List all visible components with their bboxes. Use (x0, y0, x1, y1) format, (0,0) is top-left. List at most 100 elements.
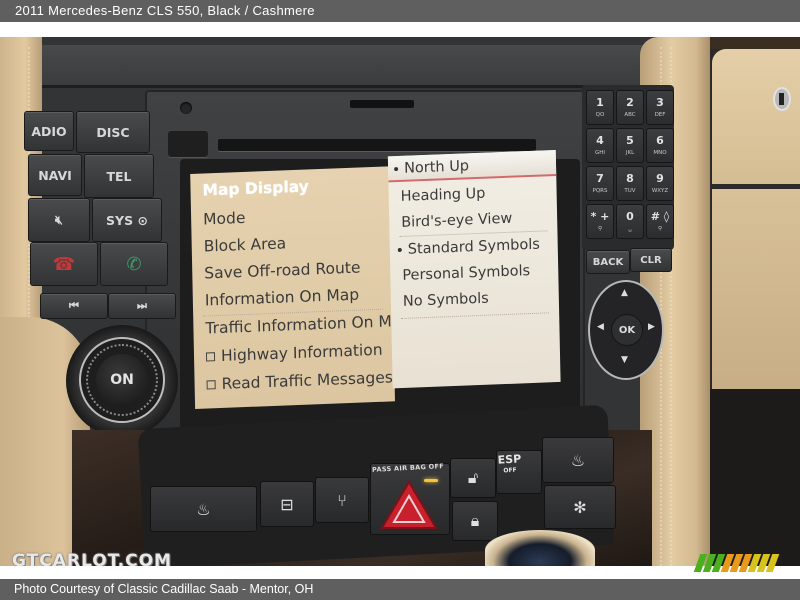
arrow-right-icon[interactable]: ▶ (648, 322, 655, 332)
submenu-item-personal-symbols[interactable]: Personal Symbols (402, 263, 530, 284)
key-number: 9 (656, 172, 664, 185)
keypad-key-4[interactable]: 4 GHI (586, 128, 614, 163)
keypad-key-7[interactable]: 7 PQRS (586, 166, 614, 201)
clr-button[interactable]: CLR (630, 248, 672, 272)
key-letters: ␣ (628, 226, 632, 232)
keypad-key-2[interactable]: 2 ABC (616, 90, 644, 125)
key-letters: DEF (654, 112, 666, 118)
gear-shifter[interactable] (485, 530, 595, 566)
menu-item-read-traffic-messages[interactable]: Read Traffic Messages A (206, 368, 395, 394)
power-knob[interactable]: ON (96, 354, 148, 406)
checkbox-icon[interactable] (205, 352, 216, 362)
submenu-item-standard-symbols[interactable]: Standard Symbols (397, 237, 540, 258)
keypad-key-8[interactable]: 8 TUV (616, 166, 644, 201)
page-title-bar: 2011 Mercedes-Benz CLS 550, Black / Cash… (0, 0, 800, 22)
menu-item-save-offroad-route[interactable]: Save Off-road Route (204, 259, 360, 283)
key-letters: GHI (594, 150, 606, 156)
keypad-key-1[interactable]: 1 QO (586, 90, 614, 125)
call-button[interactable]: ✆ (100, 242, 168, 286)
key-number: 2 (626, 96, 634, 109)
sys-label: SYS ⊙ (106, 212, 148, 228)
menu-item-traffic-information[interactable]: Traffic Information On M (205, 312, 392, 337)
photo-credit-bar: Photo Courtesy of Classic Cadillac Saab … (0, 579, 800, 600)
key-letters: WXYZ (651, 188, 669, 194)
key-number: # ◊ (650, 210, 670, 223)
submenu-item-north-up[interactable]: North Up (387, 149, 557, 183)
mute-button[interactable]: 🔇︎ (28, 198, 90, 242)
submenu-item-heading-up[interactable]: Heading Up (401, 186, 486, 205)
menu-item-information-on-map[interactable]: Information On Map (205, 286, 360, 310)
eject-button[interactable] (168, 131, 208, 157)
key-number: 0 (626, 210, 634, 223)
keypad-key-6[interactable]: 6 MNO (646, 128, 674, 163)
end-call-button[interactable]: ☎ (30, 242, 98, 286)
submenu-item-birds-eye-view[interactable]: Bird's-eye View (401, 211, 512, 231)
skip-forward-icon: ⏭ (137, 299, 147, 312)
key-letters: JKL (625, 150, 635, 156)
glovebox-lower-panel (712, 189, 800, 389)
skip-back-icon: ⏮ (69, 299, 79, 312)
map-menu: Map Display Mode Block Area Save Off-roa… (190, 166, 395, 409)
seat-adjust-button[interactable]: ⑂ (315, 477, 369, 523)
key-number: 7 (596, 172, 604, 185)
key-number: 4 (596, 134, 604, 147)
arrow-left-icon[interactable]: ◀ (597, 322, 604, 332)
key-letters: ⚲ (597, 226, 603, 232)
previous-track-button[interactable]: ⏮ (40, 293, 108, 319)
sys-button[interactable]: SYS ⊙ (92, 198, 162, 242)
key-number: * + (590, 210, 610, 223)
active-bullet-icon (397, 247, 402, 253)
radio-button[interactable]: ADIO (24, 111, 74, 151)
keypad-key-9[interactable]: 9 WXYZ (646, 166, 674, 201)
seat-heat-left-button[interactable]: ♨ (150, 486, 257, 532)
navi-button[interactable]: NAVI (28, 154, 82, 196)
menu-item-highway-information[interactable]: Highway Information (205, 341, 383, 366)
key-letters: ⚲ (657, 226, 663, 232)
menu-item-map-display[interactable]: Map Display (202, 177, 309, 199)
cd-slot[interactable] (218, 139, 536, 151)
submenu-divider (399, 230, 548, 238)
arrow-up-icon[interactable]: ▲ (621, 288, 628, 298)
photo-credit: Photo Courtesy of Classic Cadillac Saab … (14, 582, 314, 596)
radio-label: ADIO (31, 123, 67, 139)
hazard-button[interactable] (380, 480, 438, 532)
end-call-icon: ☎ (52, 253, 76, 275)
keypad-key-11[interactable]: 0 ␣ (616, 204, 644, 239)
dash-top-right (700, 37, 800, 49)
footwell (700, 389, 800, 566)
seat-heat-right-button[interactable]: ♨ (542, 437, 614, 483)
lock-button[interactable]: 🔒︎ (452, 501, 498, 541)
arrow-down-icon[interactable]: ▼ (621, 355, 628, 365)
seat-ventilation-button[interactable]: ✻ (544, 485, 616, 529)
orientation-submenu: North Up Heading Up Bird's-eye View Stan… (387, 149, 561, 389)
unlock-button[interactable]: 🔓︎ (450, 458, 496, 498)
keypad-key-5[interactable]: 5 JKL (616, 128, 644, 163)
ok-button[interactable]: OK (611, 314, 643, 346)
menu-item-block-area[interactable]: Block Area (204, 234, 287, 255)
back-label: BACK (592, 256, 624, 268)
mute-icon: 🔇︎ (55, 212, 63, 227)
key-number: 5 (626, 134, 634, 147)
lock-icon: 🔒︎ (470, 511, 480, 530)
menu-item-mode[interactable]: Mode (203, 209, 246, 229)
back-button[interactable]: BACK (586, 250, 630, 274)
keypad-key-3[interactable]: 3 DEF (646, 90, 674, 125)
active-bullet-icon (394, 167, 399, 172)
clr-label: CLR (640, 254, 662, 266)
glovebox-lock-icon (773, 87, 791, 111)
tel-button[interactable]: TEL (84, 154, 154, 198)
sensor-dot (180, 102, 192, 114)
keypad-key-12[interactable]: # ◊ ⚲ (646, 204, 674, 239)
call-icon: ✆ (126, 253, 142, 275)
keypad-key-10[interactable]: * + ⚲ (586, 204, 614, 239)
phone-keypad: 1 QO 2 ABC 3 DEF 4 GHI 5 JKL 6 MNO 7 PQRS 8 TUV 9 WXYZ * +… (582, 85, 674, 250)
checkbox-icon[interactable] (206, 380, 216, 390)
esp-label: ESP OFF (497, 452, 522, 475)
next-track-button[interactable]: ⏭ (108, 293, 176, 319)
submenu-item-no-symbols[interactable]: No Symbols (403, 291, 489, 310)
glovebox (712, 49, 800, 184)
sd-card-slot[interactable] (350, 100, 414, 108)
rear-sunshade-button[interactable]: ⊟ (260, 481, 314, 527)
tel-label: TEL (106, 168, 132, 184)
disc-button[interactable]: DISC (76, 111, 150, 153)
